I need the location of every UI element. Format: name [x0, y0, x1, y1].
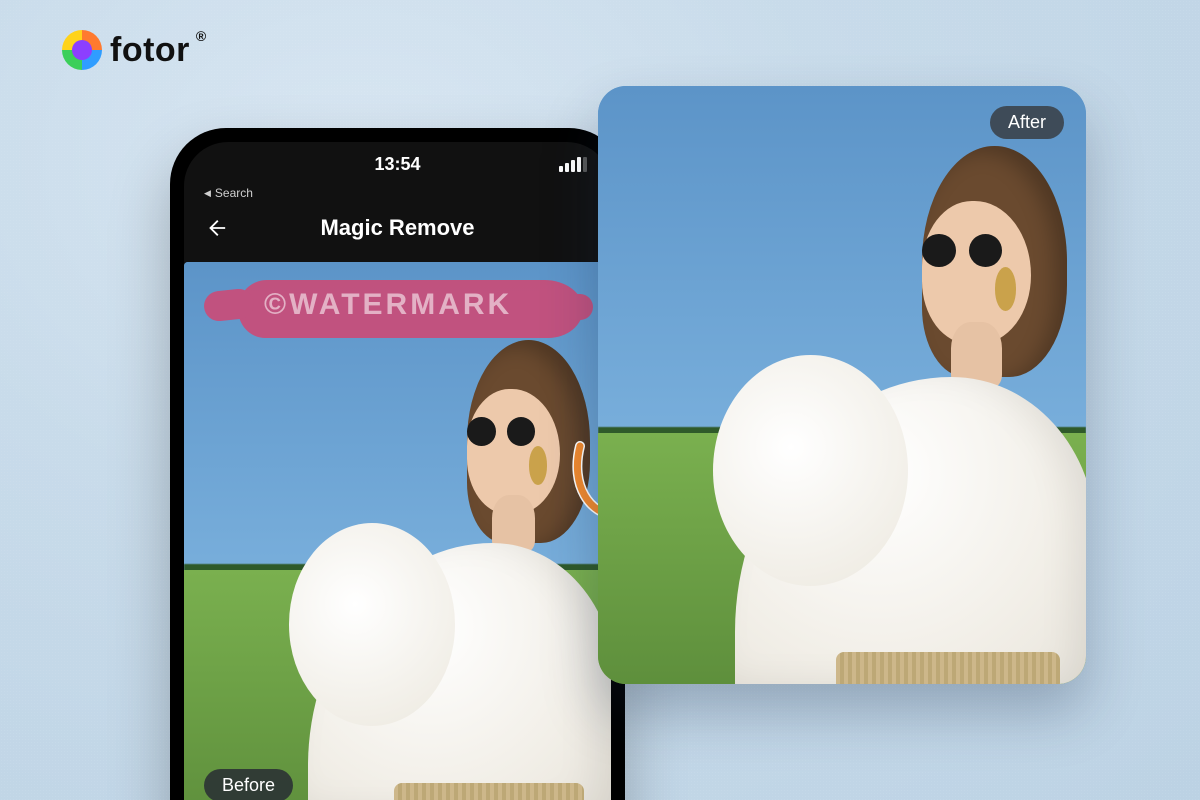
registered-mark: ® [196, 28, 206, 44]
phone-mockup: 13:54 ◀ Search Magic Remove [170, 128, 625, 800]
watermark-text: ©WATERMARK [264, 288, 571, 322]
chevron-left-icon: ◀ [204, 188, 211, 199]
after-result-card: After [598, 86, 1086, 684]
before-badge: Before [204, 769, 293, 800]
breadcrumb-label: Search [215, 186, 253, 200]
brand-logo: fotor ® [62, 30, 208, 70]
breadcrumb-back[interactable]: ◀ Search [184, 186, 611, 200]
editor-canvas[interactable]: ©WATERMARK Before [184, 262, 611, 800]
sunglasses-icon [467, 417, 535, 446]
status-time: 13:54 [288, 154, 507, 175]
subject-person [735, 146, 1086, 684]
signal-bars-icon [507, 157, 587, 172]
phone-screen: 13:54 ◀ Search Magic Remove [184, 142, 611, 800]
sunglasses-icon [922, 234, 1001, 267]
status-bar: 13:54 [184, 142, 611, 186]
brand-name: fotor [110, 31, 190, 70]
subject-person [308, 340, 611, 800]
pinwheel-icon [62, 30, 102, 70]
after-badge: After [990, 106, 1064, 139]
screen-title: Magic Remove [202, 215, 593, 241]
app-navbar: Magic Remove [184, 200, 611, 256]
